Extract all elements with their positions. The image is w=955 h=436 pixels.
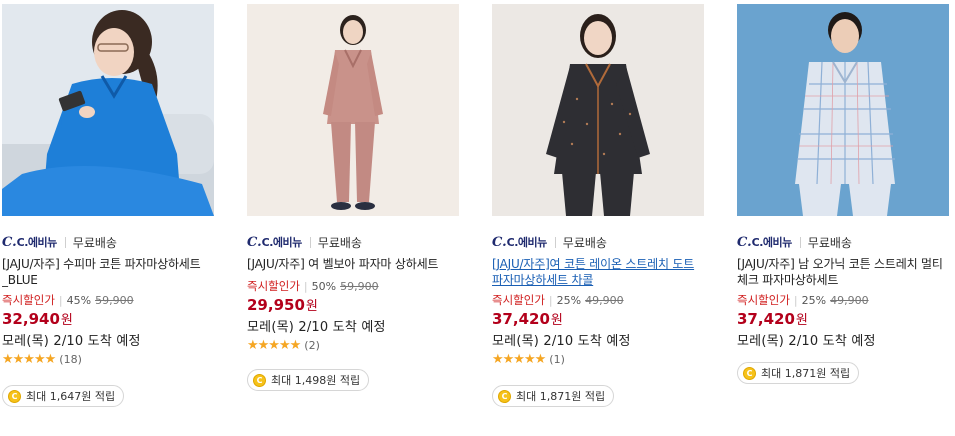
discount-label: 즉시할인가 <box>2 293 55 307</box>
coin-icon: C <box>743 366 756 380</box>
discount-line: 즉시할인가 | 25% 49,900 <box>737 293 953 307</box>
price-value: 37,420 <box>737 310 795 328</box>
points-text: 최대 1,498원 적립 <box>271 374 361 387</box>
divider <box>64 236 66 248</box>
rating[interactable]: ★★★★★ (1) <box>492 351 708 367</box>
seller-logo[interactable]: C.C.에비뉴 <box>2 234 57 250</box>
rating[interactable]: ★★★★★ (18) <box>2 351 218 367</box>
discount-rate: 45% <box>66 293 92 307</box>
shipping-label: 무료배송 <box>72 235 117 250</box>
divider: | <box>303 279 308 293</box>
discount-rate: 25% <box>556 293 582 307</box>
discount-label: 즉시할인가 <box>737 293 790 307</box>
points-badge: C 최대 1,498원 적립 <box>247 369 370 391</box>
currency: 원 <box>305 299 318 314</box>
original-price: 49,900 <box>585 293 624 307</box>
points-badge: C 최대 1,871원 적립 <box>737 362 860 384</box>
product-card[interactable]: C.C.에비뉴 무료배송 [JAJU/자주] 수피마 코튼 파자마상하세트_BL… <box>2 4 218 367</box>
original-price: 59,900 <box>95 293 134 307</box>
coin-icon: C <box>8 389 21 403</box>
sale-price: 29,950 원 <box>247 295 463 315</box>
star-rating-icon: ★★★★★ <box>492 351 546 367</box>
review-count: (18) <box>59 352 82 366</box>
discount-line: 즉시할인가 | 45% 59,900 <box>2 293 218 307</box>
divider: | <box>58 293 63 307</box>
divider: | <box>793 293 798 307</box>
discount-rate: 50% <box>311 279 337 293</box>
currency: 원 <box>550 313 563 328</box>
discount-label: 즉시할인가 <box>247 279 300 293</box>
product-card[interactable]: C.C.에비뉴 무료배송 [JAJU/자주] 남 오가닉 코튼 스트레치 멀티체… <box>737 4 953 349</box>
divider <box>554 236 556 248</box>
points-text: 최대 1,647원 적립 <box>26 390 116 403</box>
delivery-estimate: 모레(목) 2/10 도착 예정 <box>737 334 876 349</box>
seller-row: C.C.에비뉴 무료배송 <box>2 234 218 250</box>
seller-logo[interactable]: C.C.에비뉴 <box>247 234 302 250</box>
original-price: 49,900 <box>830 293 869 307</box>
shipping-label: 무료배송 <box>807 235 852 250</box>
product-title[interactable]: [JAJU/자주] 수피마 코튼 파자마상하세트_BLUE <box>2 256 218 288</box>
delivery-estimate: 모레(목) 2/10 도착 예정 <box>247 320 386 335</box>
product-title[interactable]: [JAJU/자주] 남 오가닉 코튼 스트레치 멀티체크 파자마상하세트 <box>737 256 953 288</box>
delivery-estimate: 모레(목) 2/10 도착 예정 <box>492 334 631 349</box>
price-value: 29,950 <box>247 296 305 314</box>
seller-logo[interactable]: C.C.에비뉴 <box>492 234 547 250</box>
coin-icon: C <box>253 373 266 387</box>
seller-logo[interactable]: C.C.에비뉴 <box>737 234 792 250</box>
product-image[interactable] <box>2 4 214 216</box>
seller-row: C.C.에비뉴 무료배송 <box>492 234 708 250</box>
product-card[interactable]: C.C.에비뉴 무료배송 [JAJU/자주] 여 벨보아 파자마 상하세트 즉시… <box>247 4 463 353</box>
discount-line: 즉시할인가 | 50% 59,900 <box>247 279 463 293</box>
discount-label: 즉시할인가 <box>492 293 545 307</box>
seller-row: C.C.에비뉴 무료배송 <box>247 234 463 250</box>
seller-row: C.C.에비뉴 무료배송 <box>737 234 953 250</box>
price-value: 37,420 <box>492 310 550 328</box>
divider <box>799 236 801 248</box>
sale-price: 37,420 원 <box>737 309 953 329</box>
coin-icon: C <box>498 389 511 403</box>
product-image[interactable] <box>492 4 704 216</box>
product-image[interactable] <box>247 4 459 216</box>
divider: | <box>548 293 553 307</box>
points-badge: C 최대 1,647원 적립 <box>2 385 125 407</box>
review-count: (1) <box>549 352 565 366</box>
currency: 원 <box>60 313 73 328</box>
rating[interactable]: ★★★★★ (2) <box>247 337 463 353</box>
points-text: 최대 1,871원 적립 <box>516 390 606 403</box>
original-price: 59,900 <box>340 279 379 293</box>
shipping-label: 무료배송 <box>562 235 607 250</box>
shipping-label: 무료배송 <box>317 235 362 250</box>
sale-price: 37,420 원 <box>492 309 708 329</box>
product-title[interactable]: [JAJU/자주] 여 벨보아 파자마 상하세트 <box>247 256 463 274</box>
star-rating-icon: ★★★★★ <box>2 351 56 367</box>
points-badge: C 최대 1,871원 적립 <box>492 385 615 407</box>
divider <box>309 236 311 248</box>
star-rating-icon: ★★★★★ <box>247 337 301 353</box>
product-card[interactable]: C.C.에비뉴 무료배송 [JAJU/자주]여 코튼 레이온 스트레치 도트 파… <box>492 4 708 367</box>
discount-line: 즉시할인가 | 25% 49,900 <box>492 293 708 307</box>
product-image[interactable] <box>737 4 949 216</box>
sale-price: 32,940 원 <box>2 309 218 329</box>
currency: 원 <box>795 313 808 328</box>
delivery-estimate: 모레(목) 2/10 도착 예정 <box>2 334 141 349</box>
discount-rate: 25% <box>801 293 827 307</box>
product-title[interactable]: [JAJU/자주]여 코튼 레이온 스트레치 도트 파자마상하세트 차콜 <box>492 256 708 288</box>
review-count: (2) <box>304 338 320 352</box>
points-text: 최대 1,871원 적립 <box>761 367 851 380</box>
price-value: 32,940 <box>2 310 60 328</box>
